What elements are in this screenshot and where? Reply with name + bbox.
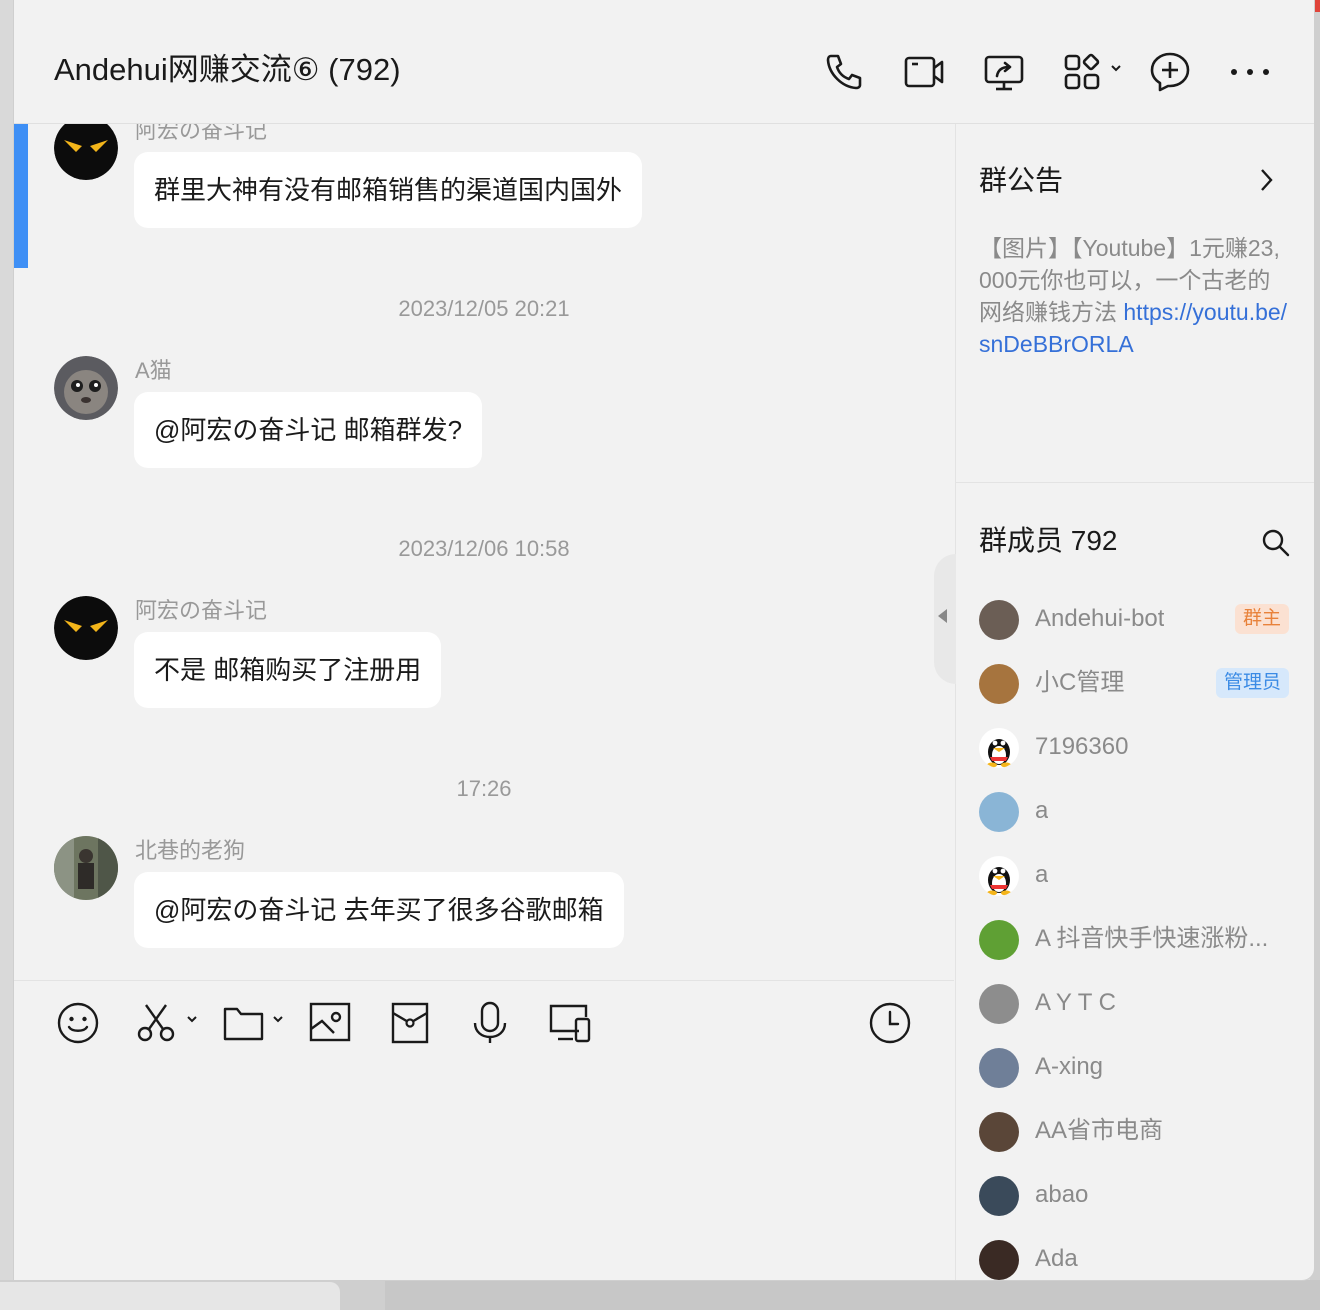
message-bubble[interactable]: @阿宏の奋斗记 邮箱群发? xyxy=(134,392,483,468)
avatar[interactable] xyxy=(979,728,1019,768)
chat-title: Andehui网赚交流⑥ (792) xyxy=(54,52,401,87)
microphone-icon[interactable] xyxy=(468,1001,512,1045)
message-timestamp: 2023/12/05 20:21 xyxy=(398,296,570,321)
member-item[interactable]: 小C管理 管理员 xyxy=(979,662,1299,706)
avatar[interactable] xyxy=(54,596,118,660)
member-item[interactable]: Andehui-bot 群主 xyxy=(979,598,1299,642)
member-item[interactable]: Ada xyxy=(979,1238,1299,1280)
background-window xyxy=(0,1280,1320,1310)
screen-share-icon[interactable] xyxy=(982,50,1026,94)
folder-icon[interactable] xyxy=(222,1001,292,1045)
chat-window: Andehui网赚交流⑥ (792) 阿宏の奋斗记 群里大神有没有邮箱销售的渠道… xyxy=(14,0,1314,1280)
member-item[interactable]: AA省市电商 xyxy=(979,1110,1299,1154)
message-timestamp: 2023/12/06 10:58 xyxy=(398,536,570,561)
member-name: a xyxy=(1035,797,1049,824)
message-list[interactable]: 阿宏の奋斗记 群里大神有没有邮箱销售的渠道国内国外 2023/12/05 20:… xyxy=(14,124,954,980)
member-name: A 抖音快手快速涨粉... xyxy=(1035,925,1269,952)
scissors-icon[interactable] xyxy=(136,1001,206,1045)
message-sender: 阿宏の奋斗记 xyxy=(135,124,268,143)
collapse-panel-handle[interactable] xyxy=(934,554,956,684)
divider xyxy=(956,482,1314,483)
member-item[interactable]: abao xyxy=(979,1174,1299,1218)
member-item[interactable]: A 抖音快手快速涨粉... xyxy=(979,918,1299,962)
image-icon[interactable] xyxy=(308,1001,352,1045)
video-icon[interactable] xyxy=(902,50,946,94)
input-area[interactable] xyxy=(14,980,954,1280)
member-name: 小C管理 xyxy=(1035,669,1125,696)
chevron-left-icon xyxy=(938,609,947,623)
member-name: A Y T C xyxy=(1035,989,1116,1016)
avatar[interactable] xyxy=(979,1048,1019,1088)
avatar[interactable] xyxy=(979,856,1019,896)
group-info-panel: 群公告 【图片】【Youtube】1元赚23,000元你也可以，一个古老的网络赚… xyxy=(934,124,1314,1280)
message-sender: 北巷的老狗 xyxy=(135,838,246,863)
member-name: Andehui-bot xyxy=(1035,605,1165,632)
member-item[interactable]: a xyxy=(979,854,1299,898)
avatar[interactable] xyxy=(54,356,118,420)
history-icon[interactable] xyxy=(868,1001,912,1045)
red-packet-icon[interactable] xyxy=(388,1001,432,1045)
avatar[interactable] xyxy=(979,1240,1019,1280)
message-bubble[interactable]: 群里大神有没有邮箱销售的渠道国内国外 xyxy=(134,152,643,228)
avatar[interactable] xyxy=(979,664,1019,704)
member-name: abao xyxy=(1035,1181,1089,1208)
avatar[interactable] xyxy=(979,1176,1019,1216)
member-item[interactable]: 7196360 xyxy=(979,726,1299,770)
avatar[interactable] xyxy=(979,792,1019,832)
apps-icon[interactable] xyxy=(1062,50,1132,94)
message-sender: 阿宏の奋斗记 xyxy=(135,598,268,623)
avatar[interactable] xyxy=(979,1112,1019,1152)
add-chat-icon[interactable] xyxy=(1148,50,1192,94)
member-name: Ada xyxy=(1035,1245,1078,1272)
emoji-icon[interactable] xyxy=(56,1001,100,1045)
announcement-text: 【图片】【Youtube】1元赚23,000元你也可以，一个古老的网络赚钱方法 … xyxy=(979,235,1288,357)
avatar[interactable] xyxy=(979,984,1019,1024)
chat-header: Andehui网赚交流⑥ (792) xyxy=(14,0,1314,124)
more-icon[interactable] xyxy=(1228,50,1272,94)
member-item[interactable]: A Y T C xyxy=(979,982,1299,1026)
screen-icon[interactable] xyxy=(548,1001,592,1045)
message-sender: A猫 xyxy=(135,358,172,383)
message-timestamp: 17:26 xyxy=(456,776,512,801)
avatar[interactable] xyxy=(54,124,118,180)
phone-icon[interactable] xyxy=(822,50,866,94)
member-name: a xyxy=(1035,861,1049,888)
member-item[interactable]: A-xing xyxy=(979,1046,1299,1090)
search-icon[interactable] xyxy=(1261,528,1291,563)
admin-badge: 管理员 xyxy=(1215,668,1289,698)
announcement-title[interactable]: 群公告 xyxy=(979,164,1063,198)
message-bubble[interactable]: @阿宏の奋斗记 去年买了很多谷歌邮箱 xyxy=(134,872,624,948)
avatar[interactable] xyxy=(979,600,1019,640)
member-name: A-xing xyxy=(1035,1053,1104,1080)
avatar[interactable] xyxy=(54,836,118,900)
members-title: 群成员 792 xyxy=(979,525,1118,556)
chevron-right-icon[interactable] xyxy=(1256,166,1276,199)
member-name: AA省市电商 xyxy=(1035,1117,1164,1144)
member-item[interactable]: a xyxy=(979,790,1299,834)
message-bubble[interactable]: 不是 邮箱购买了注册用 xyxy=(134,632,442,708)
owner-badge: 群主 xyxy=(1234,604,1289,634)
avatar[interactable] xyxy=(979,920,1019,960)
member-name: 7196360 xyxy=(1035,733,1129,760)
